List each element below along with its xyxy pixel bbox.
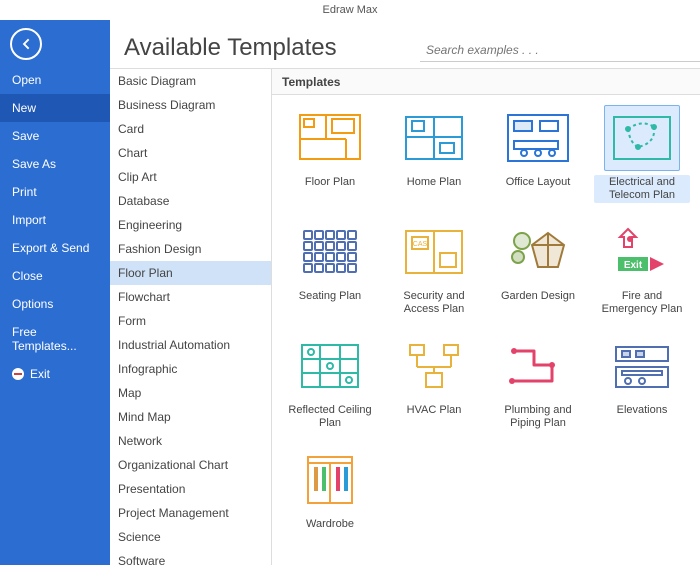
template-home-plan[interactable]: Home Plan [384,105,484,203]
category-item[interactable]: Card [110,117,271,141]
template-label: Home Plan [405,175,463,190]
sidebar-item-export-send[interactable]: Export & Send [0,234,110,262]
template-thumb-icon [396,333,472,399]
sidebar-item-label: Options [12,297,53,311]
template-label: Garden Design [499,289,577,304]
svg-text:CAS: CAS [413,241,428,248]
window-title: Edraw Max [0,0,700,20]
category-item[interactable]: Science [110,525,271,549]
template-label: Office Layout [504,175,573,190]
template-thumb-icon [500,105,576,171]
template-thumb-icon [500,219,576,285]
app-root: Open New Save Save As Print Import Export & Se… [0,20,700,565]
templates-header: Templates [272,68,700,95]
template-plumbing[interactable]: Plumbing and Piping Plan [488,333,588,431]
sidebar-item-save-as[interactable]: Save As [0,150,110,178]
category-item[interactable]: Database [110,189,271,213]
template-label: Security and Access Plan [386,289,482,317]
sidebar-item-exit[interactable]: Exit [0,360,110,388]
template-label: Floor Plan [303,175,357,190]
sidebar-item-open[interactable]: Open [0,66,110,94]
category-list[interactable]: Basic DiagramBusiness DiagramCardChartCl… [110,68,272,565]
template-seating[interactable]: Seating Plan [280,219,380,317]
svg-text:Exit: Exit [624,260,643,271]
template-floor-plan[interactable]: Floor Plan [280,105,380,203]
category-item[interactable]: Floor Plan [110,261,271,285]
template-thumb-icon [292,105,368,171]
category-item[interactable]: Presentation [110,477,271,501]
category-item[interactable]: Form [110,309,271,333]
category-item[interactable]: Clip Art [110,165,271,189]
category-item[interactable]: Network [110,429,271,453]
sidebar-item-label: Import [12,213,46,227]
template-garden[interactable]: Garden Design [488,219,588,317]
templates-grid: Floor Plan Home Plan Office Layout Electric… [272,95,700,565]
sidebar-item-label: New [12,101,36,115]
category-item[interactable]: Industrial Automation [110,333,271,357]
heading-row: Available Templates [110,20,700,68]
template-thumb-icon [292,219,368,285]
template-hvac[interactable]: HVAC Plan [384,333,484,431]
category-item[interactable]: Basic Diagram [110,69,271,93]
sidebar-item-label: Print [12,185,37,199]
template-label: Plumbing and Piping Plan [490,403,586,431]
sidebar-item-free-templates[interactable]: Free Templates... [0,318,110,360]
sidebar-item-label: Save As [12,157,56,171]
template-label: HVAC Plan [405,403,464,418]
template-label: Elevations [615,403,670,418]
template-label: Seating Plan [297,289,363,304]
sidebar-item-save[interactable]: Save [0,122,110,150]
template-wardrobe[interactable]: Wardrobe [280,447,380,532]
category-item[interactable]: Organizational Chart [110,453,271,477]
page-heading: Available Templates [124,34,337,62]
template-electrical[interactable]: Electrical and Telecom Plan [592,105,692,203]
sidebar-item-print[interactable]: Print [0,178,110,206]
exit-icon [12,368,24,380]
main-panel: Available Templates Basic DiagramBusines… [110,20,700,565]
category-item[interactable]: Chart [110,141,271,165]
category-item[interactable]: Map [110,381,271,405]
template-label: Wardrobe [304,517,356,532]
template-thumb-icon: CAS [396,219,472,285]
template-label: Reflected Ceiling Plan [282,403,378,431]
templates-panel: Templates Floor Plan Home Plan Office Layo… [272,68,700,565]
template-office-layout[interactable]: Office Layout [488,105,588,203]
template-fire[interactable]: Exit Fire and Emergency Plan [592,219,692,317]
category-item[interactable]: Software [110,549,271,565]
template-thumb-icon: Exit [604,219,680,285]
sidebar-item-label: Save [12,129,39,143]
template-thumb-icon [604,333,680,399]
template-label: Electrical and Telecom Plan [594,175,690,203]
search-input[interactable] [420,39,700,62]
sidebar-item-label: Exit [30,367,50,381]
back-button[interactable] [10,28,42,60]
back-arrow-icon [18,36,34,52]
category-item[interactable]: Fashion Design [110,237,271,261]
category-item[interactable]: Project Management [110,501,271,525]
sidebar-item-label: Open [12,73,41,87]
template-security[interactable]: CAS Security and Access Plan [384,219,484,317]
category-item[interactable]: Infographic [110,357,271,381]
template-ceiling[interactable]: Reflected Ceiling Plan [280,333,380,431]
sidebar-item-label: Free Templates... [12,325,98,353]
sidebar-item-new[interactable]: New [0,94,110,122]
sidebar-item-options[interactable]: Options [0,290,110,318]
template-label: Fire and Emergency Plan [594,289,690,317]
sidebar-item-close[interactable]: Close [0,262,110,290]
template-thumb-icon [292,447,368,513]
sidebar-item-label: Close [12,269,43,283]
category-item[interactable]: Business Diagram [110,93,271,117]
sidebar-item-label: Export & Send [12,241,89,255]
template-thumb-icon [396,105,472,171]
category-item[interactable]: Engineering [110,213,271,237]
template-thumb-icon [500,333,576,399]
category-item[interactable]: Flowchart [110,285,271,309]
file-sidebar: Open New Save Save As Print Import Export & Se… [0,20,110,565]
template-thumb-icon [292,333,368,399]
template-thumb-icon [604,105,680,171]
category-item[interactable]: Mind Map [110,405,271,429]
template-elevations[interactable]: Elevations [592,333,692,431]
sidebar-item-import[interactable]: Import [0,206,110,234]
